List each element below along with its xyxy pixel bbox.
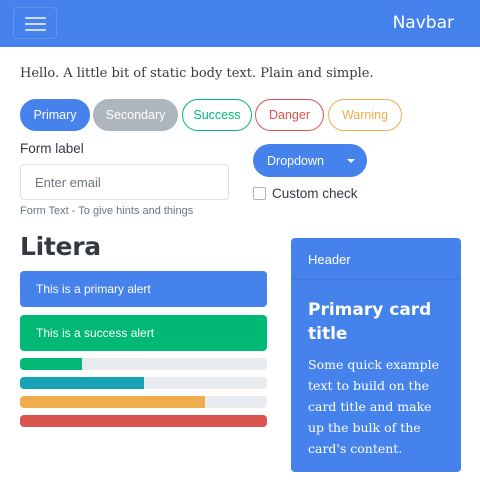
card-title: Primary card title xyxy=(308,300,432,344)
progress-fill xyxy=(20,358,82,370)
navbar: Navbar xyxy=(0,0,480,47)
navbar-toggler-button[interactable] xyxy=(13,7,57,39)
progress-fill xyxy=(20,415,267,427)
progress-bar xyxy=(20,358,267,370)
dropdown-button[interactable]: Dropdown xyxy=(253,144,367,177)
progress-bar xyxy=(20,415,267,427)
hamburger-icon xyxy=(25,17,46,19)
card-divider xyxy=(291,279,461,280)
success-button[interactable]: Success xyxy=(182,99,252,131)
progress-fill xyxy=(20,396,206,408)
success-alert: This is a success alert xyxy=(20,315,267,351)
card-text: Some quick example text to build on the … xyxy=(308,357,440,456)
checkbox-label[interactable]: Custom check xyxy=(272,186,358,201)
primary-card: Header Primary card title Some quick exa… xyxy=(291,238,461,472)
form-help-text: Form Text - To give hints and things xyxy=(20,205,194,217)
email-field[interactable] xyxy=(20,164,229,200)
card-header: Header xyxy=(308,252,351,267)
danger-button[interactable]: Danger xyxy=(255,99,324,131)
primary-alert: This is a primary alert xyxy=(20,271,267,307)
page-heading: Litera xyxy=(20,232,101,261)
progress-bar xyxy=(20,377,267,389)
warning-button[interactable]: Warning xyxy=(328,99,402,131)
form-label: Form label xyxy=(20,141,84,156)
navbar-brand[interactable]: Navbar xyxy=(393,13,454,33)
hamburger-icon-bar xyxy=(25,23,46,25)
primary-button[interactable]: Primary xyxy=(20,99,90,131)
dropdown-label: Dropdown xyxy=(267,153,324,168)
progress-fill xyxy=(20,377,144,389)
custom-checkbox[interactable] xyxy=(253,187,266,200)
body-text: Hello. A little bit of static body text.… xyxy=(20,66,374,81)
caret-down-icon xyxy=(347,159,355,163)
hamburger-icon-bar xyxy=(25,29,46,31)
progress-bar xyxy=(20,396,267,408)
secondary-button[interactable]: Secondary xyxy=(93,99,178,131)
